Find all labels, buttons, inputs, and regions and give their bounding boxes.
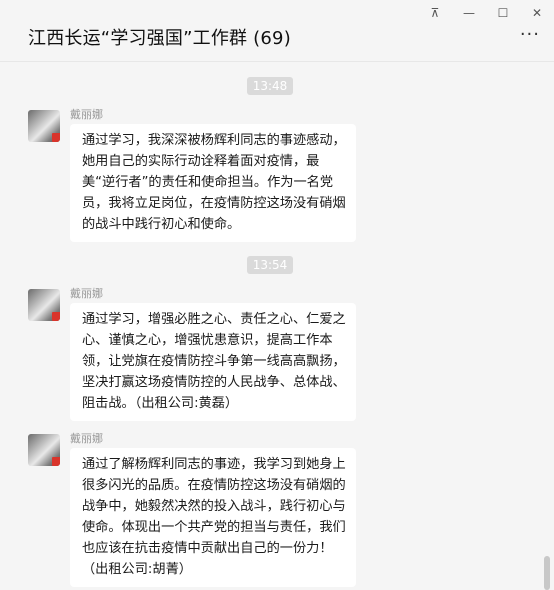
chat-window: ⊼ — ☐ ✕ 江西长运“学习强国”工作群 (69) ··· 13:48 戴丽娜… <box>0 0 554 590</box>
avatar[interactable] <box>28 289 60 321</box>
window-controls: ⊼ — ☐ ✕ <box>418 0 554 26</box>
scrollbar[interactable] <box>544 556 550 590</box>
message-bubble[interactable]: 通过学习，我深深被杨辉利同志的事迹感动，她用自己的实际行动诠释着面对疫情，最美“… <box>70 124 356 242</box>
timestamp-label: 13:54 <box>246 256 294 274</box>
sender-name[interactable]: 戴丽娜 <box>70 430 103 446</box>
minimize-icon[interactable]: — <box>452 0 486 26</box>
message-bubble[interactable]: 通过了解杨辉利同志的事迹，我学习到她身上很多闪光的品质。在疫情防控这场没有硝烟的… <box>70 448 356 587</box>
title-bar: ⊼ — ☐ ✕ 江西长运“学习强国”工作群 (69) ··· <box>0 0 554 62</box>
message-bubble[interactable]: 通过学习，增强必胜之心、责任之心、仁爱之心、谨慎之心，增强忧患意识，提高工作本领… <box>70 303 356 421</box>
avatar-badge <box>52 457 60 466</box>
more-icon[interactable]: ··· <box>520 26 540 44</box>
message-list: 13:48 戴丽娜 通过学习，我深深被杨辉利同志的事迹感动，她用自己的实际行动诠… <box>0 63 554 590</box>
avatar-badge <box>52 133 60 142</box>
avatar-badge <box>52 312 60 321</box>
close-icon[interactable]: ✕ <box>520 0 554 26</box>
maximize-icon[interactable]: ☐ <box>486 0 520 26</box>
timestamp: 13:54 <box>0 256 540 274</box>
avatar[interactable] <box>28 434 60 466</box>
sender-name[interactable]: 戴丽娜 <box>70 106 103 122</box>
timestamp-label: 13:48 <box>246 77 294 95</box>
avatar[interactable] <box>28 110 60 142</box>
pin-icon[interactable]: ⊼ <box>418 0 452 26</box>
chat-title: 江西长运“学习强国”工作群 (69) <box>28 28 291 49</box>
timestamp: 13:48 <box>0 77 540 95</box>
sender-name[interactable]: 戴丽娜 <box>70 285 103 301</box>
